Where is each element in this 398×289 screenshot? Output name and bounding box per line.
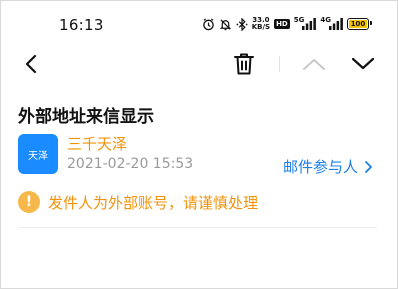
status-icons: 33.0 KB/S HD 5G 4G 100 [202,14,372,34]
battery-level: 100 [350,20,366,28]
signal-5g-label: 5G [293,16,305,24]
alarm-icon [202,17,215,31]
bluetooth-icon [236,17,248,31]
mail-participants-link[interactable]: 邮件参与人 [283,156,373,177]
signal-bars-icon [329,18,343,30]
warning-text: 发件人为外部账号，请谨慎处理 [48,193,259,212]
chevron-left-icon [25,54,37,74]
mail-toolbar [1,41,397,87]
chevron-down-icon [351,57,375,70]
sender-name[interactable]: 三千天泽 [67,133,127,154]
mail-date: 2021-02-20 15:53 [67,156,194,172]
hd-badge: HD [274,19,290,29]
warning-icon: ! [18,191,40,213]
delete-button[interactable] [229,49,259,79]
status-time: 16:13 [59,16,104,34]
signal-4g: 4G [320,16,343,30]
signal-4g-label: 4G [320,16,331,24]
signal-bars-icon [302,18,317,30]
back-button[interactable] [16,49,46,79]
avatar-text: 天泽 [28,150,48,162]
mail-subject: 外部地址来信显示 [18,107,154,127]
network-speed: 33.0 KB/S [252,17,270,31]
mute-bell-icon [219,18,232,31]
trash-icon [234,53,254,75]
external-sender-warning: ! 发件人为外部账号，请谨慎处理 [18,191,258,213]
header-divider [18,227,377,228]
sender-avatar[interactable]: 天泽 [18,134,58,174]
chevron-right-icon [365,160,372,173]
chevron-up-icon [303,59,325,70]
status-bar: 16:13 33.0 KB/S HD 5G 4G 100 [1,1,397,41]
previous-mail-button[interactable] [299,49,329,79]
toolbar-divider [279,56,280,72]
signal-5g: 5G [293,16,317,30]
network-speed-unit: KB/S [251,23,271,31]
mail-detail-screen: 16:13 33.0 KB/S HD 5G 4G 100 外部地址来信显示 天泽… [0,0,398,289]
battery-icon: 100 [347,18,372,30]
participants-label: 邮件参与人 [282,158,358,176]
next-mail-button[interactable] [348,49,378,79]
